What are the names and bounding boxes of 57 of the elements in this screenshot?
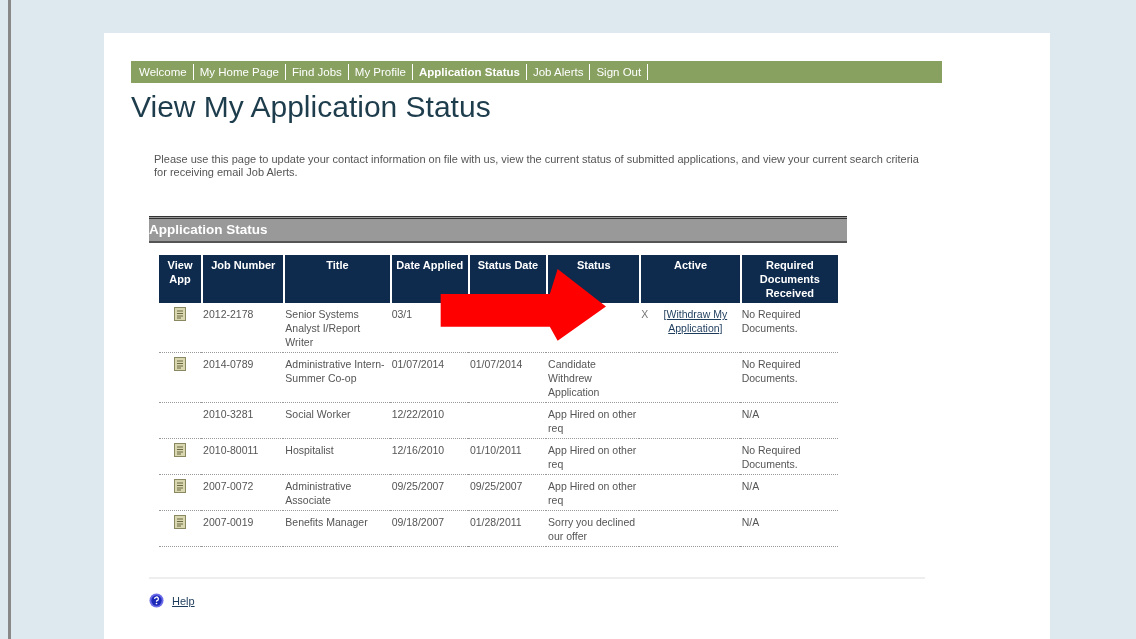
help-icon[interactable] — [149, 593, 164, 608]
document-icon[interactable] — [173, 443, 186, 457]
column-header: Active — [639, 255, 740, 303]
table-cell: Social Worker — [283, 403, 390, 439]
column-header: Required Documents Received — [739, 255, 838, 303]
intro-text: Please use this page to update your contact information on file with us, view the current status of submitted applications, and view your current search criteria for receiving email Job Alerts. — [154, 153, 920, 179]
table-cell: 01/07/2014 — [389, 353, 468, 403]
table-cell: Senior Systems Analyst I/Report Writer — [283, 303, 390, 353]
table-cell: 09/25/2007 — [467, 475, 547, 511]
nav-link[interactable]: My Home Page — [193, 64, 286, 80]
table-cell: 2012-2178 — [201, 303, 284, 353]
table-cell: Sorry you declined our offer — [546, 511, 640, 547]
section-header: Application Status — [149, 216, 847, 243]
table-cell: 01/10/2011 — [467, 439, 547, 475]
nav-link[interactable]: Sign Out — [590, 64, 649, 80]
table-cell: App Hired on other req — [546, 403, 640, 439]
table-cell: No Required Documents. — [739, 353, 838, 403]
table-cell: 2007-0072 — [201, 475, 284, 511]
table-cell: 2010-80011 — [201, 439, 284, 475]
table-cell: 09/18/2007 — [389, 511, 468, 547]
table-cell: No Required Documents. — [739, 439, 838, 475]
document-icon[interactable] — [173, 515, 186, 529]
column-header: Date Applied — [389, 255, 468, 303]
document-icon[interactable] — [173, 479, 186, 493]
table-cell: No Required Documents. — [739, 303, 838, 353]
nav-link[interactable]: Job Alerts — [526, 64, 591, 80]
nav-link[interactable]: Welcome — [133, 64, 194, 80]
document-icon[interactable] — [173, 307, 186, 321]
table-cell: Hospitalist — [283, 439, 390, 475]
nav-link[interactable]: Find Jobs — [286, 64, 349, 80]
table-cell: 2007-0019 — [201, 511, 284, 547]
withdraw-mark: X — [641, 307, 649, 321]
column-header: Title — [283, 255, 390, 303]
table-cell: 01/07/2014 — [467, 353, 547, 403]
table-cell: Benefits Manager — [283, 511, 390, 547]
document-icon[interactable] — [173, 357, 186, 371]
nav-link[interactable]: Application Status — [412, 64, 527, 80]
table-cell: Candidate Withdrew Application — [546, 353, 640, 403]
table-cell: N/A — [739, 475, 838, 511]
table-cell: App Hired on other req — [546, 439, 640, 475]
help-link[interactable]: Help — [172, 594, 195, 607]
column-header: Job Number — [201, 255, 284, 303]
table-cell: N/A — [739, 511, 838, 547]
table-cell: 2010-3281 — [201, 403, 284, 439]
withdraw-link[interactable]: [Withdraw My Application] — [656, 307, 735, 335]
table-cell: Administrative Intern-Summer Co-op — [283, 353, 390, 403]
table-cell: 2014-0789 — [201, 353, 284, 403]
column-header: View App — [159, 255, 202, 303]
table-cell: App Hired on other req — [546, 475, 640, 511]
table-cell: Administrative Associate — [283, 475, 390, 511]
table-cell: 01/28/2011 — [467, 511, 547, 547]
table-cell: 12/22/2010 — [389, 403, 468, 439]
table-cell: N/A — [739, 403, 838, 439]
table-cell: 09/25/2007 — [389, 475, 468, 511]
nav-link[interactable]: My Profile — [348, 64, 413, 80]
page-title: View My Application Status — [131, 89, 492, 125]
table-cell: 12/16/2010 — [389, 439, 468, 475]
